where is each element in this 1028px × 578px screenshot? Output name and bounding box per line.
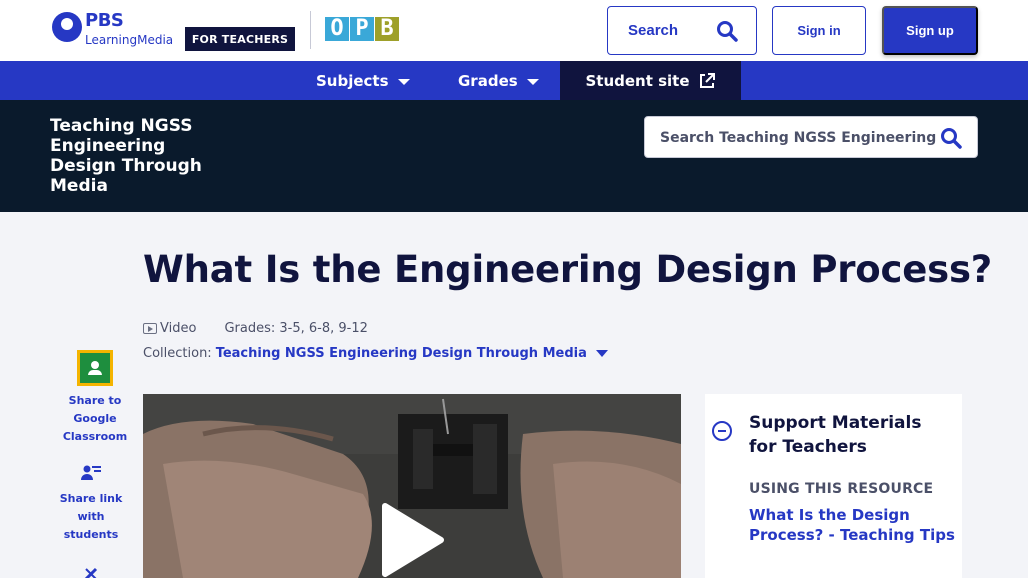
chevron-down-icon[interactable]	[595, 350, 608, 357]
teaching-tips-link[interactable]: What Is the Design Process? - Teaching T…	[749, 505, 959, 545]
header-search-button[interactable]: Search	[607, 6, 757, 55]
chevron-down-icon	[526, 78, 539, 85]
collection-prefix: Collection:	[143, 346, 212, 361]
share-google-classroom[interactable]: Share to Google Classroom	[60, 350, 130, 446]
share-link-students-label: Share link with students	[59, 492, 123, 541]
grade-range: Grades: 3-5, 6-8, 9-12	[224, 321, 368, 336]
station-logo-letter: O	[325, 17, 349, 41]
main-nav: Subjects Grades Student site	[0, 61, 1028, 100]
logo-product-text: LearningMedia	[85, 33, 174, 47]
nav-student-site-label: Student site	[585, 71, 690, 90]
video-icon	[143, 323, 157, 334]
for-teachers-badge: FOR TEACHERS	[185, 27, 295, 51]
google-classroom-icon	[77, 350, 113, 386]
logo-brand-text: PBS	[85, 10, 124, 31]
share-link-students[interactable]: Share link with students	[56, 464, 126, 544]
collection-line: Collection: Teaching NGSS Engineering De…	[143, 346, 608, 361]
resource-meta: Video Grades: 3-5, 6-8, 9-12	[143, 321, 368, 336]
media-type: Video	[160, 321, 197, 336]
sign-up-button[interactable]: Sign up	[882, 6, 978, 55]
collection-link[interactable]: Teaching NGSS Engineering Design Through…	[216, 346, 587, 361]
search-icon	[716, 20, 738, 46]
support-materials-panel: Support Materials for Teachers USING THI…	[705, 394, 962, 578]
header-search-label: Search	[628, 22, 679, 39]
page-title: What Is the Engineering Design Process?	[143, 248, 993, 291]
chevron-down-icon	[397, 78, 410, 85]
collection-banner: Teaching NGSS Engineering Design Through…	[0, 100, 1028, 212]
support-materials-heading[interactable]: Support Materials for Teachers	[749, 411, 954, 459]
collection-search-input[interactable]	[660, 127, 936, 149]
nav-student-site[interactable]: Student site	[560, 61, 741, 100]
nav-subjects[interactable]: Subjects	[316, 61, 410, 100]
station-logo-letter: P	[350, 17, 374, 41]
minus-circle-icon[interactable]	[712, 421, 732, 441]
pbs-learningmedia-logo[interactable]: PBS LearningMedia	[52, 10, 176, 51]
pbs-head-icon	[52, 12, 82, 42]
nav-grades-label: Grades	[458, 71, 518, 90]
nav-subjects-label: Subjects	[316, 71, 389, 90]
video-player[interactable]	[143, 394, 681, 578]
collection-title[interactable]: Teaching NGSS Engineering Design Through…	[50, 116, 230, 196]
collection-search-box[interactable]	[644, 116, 978, 158]
share-google-classroom-label: Share to Google Classroom	[62, 394, 128, 443]
pencil-ruler-icon[interactable]	[82, 565, 100, 578]
sign-in-button[interactable]: Sign in	[772, 6, 866, 55]
play-icon[interactable]	[379, 502, 445, 578]
support-section-label: USING THIS RESOURCE	[749, 481, 934, 497]
opb-station-logo[interactable]: O P B	[325, 17, 400, 41]
header-divider	[310, 11, 311, 49]
site-header: PBS LearningMedia FOR TEACHERS O P B Sea…	[0, 0, 1028, 61]
share-students-icon	[81, 464, 101, 482]
external-link-icon	[698, 72, 716, 90]
search-icon[interactable]	[940, 127, 962, 153]
nav-grades[interactable]: Grades	[458, 61, 539, 100]
station-logo-letter: B	[375, 17, 399, 41]
